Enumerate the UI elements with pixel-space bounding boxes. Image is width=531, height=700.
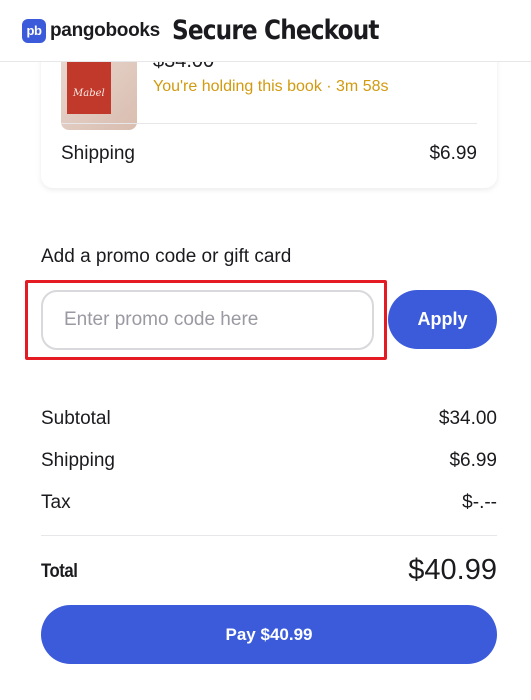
pangobooks-logo-text[interactable]: pangobooks [50, 20, 160, 42]
book-cover-title: Mabel [73, 88, 105, 99]
card-shipping-label: Shipping [61, 143, 135, 164]
pay-button[interactable]: Pay $40.99 [41, 605, 497, 664]
pangobooks-logo-icon[interactable]: pb [22, 18, 46, 43]
subtotal-value: $34.00 [438, 408, 497, 429]
checkout-header: pb pangobooks Secure Checkout [0, 0, 531, 62]
shipping-label: Shipping [41, 450, 115, 471]
promo-heading: Add a promo code or gift card [41, 246, 292, 267]
apply-button[interactable]: Apply [388, 290, 497, 349]
subtotal-label: Subtotal [41, 408, 111, 429]
shipping-row: Shipping $6.99 [41, 450, 497, 476]
summary-divider [41, 535, 497, 536]
total-label: Total [41, 561, 78, 582]
hold-timer-message: You're holding this book · 3m 58s [153, 78, 389, 95]
tax-value: $-.-- [462, 492, 497, 513]
book-cover-image: Mabel [61, 52, 137, 130]
shipping-value: $6.99 [449, 450, 497, 471]
tax-label: Tax [41, 492, 71, 513]
subtotal-row: Subtotal $34.00 [41, 408, 497, 434]
total-value: $40.99 [408, 554, 497, 586]
promo-code-input[interactable] [41, 290, 374, 350]
card-shipping-value: $6.99 [429, 143, 477, 164]
page-title: Secure Checkout [171, 15, 380, 46]
card-divider [61, 123, 477, 124]
tax-row: Tax $-.-- [41, 492, 497, 518]
